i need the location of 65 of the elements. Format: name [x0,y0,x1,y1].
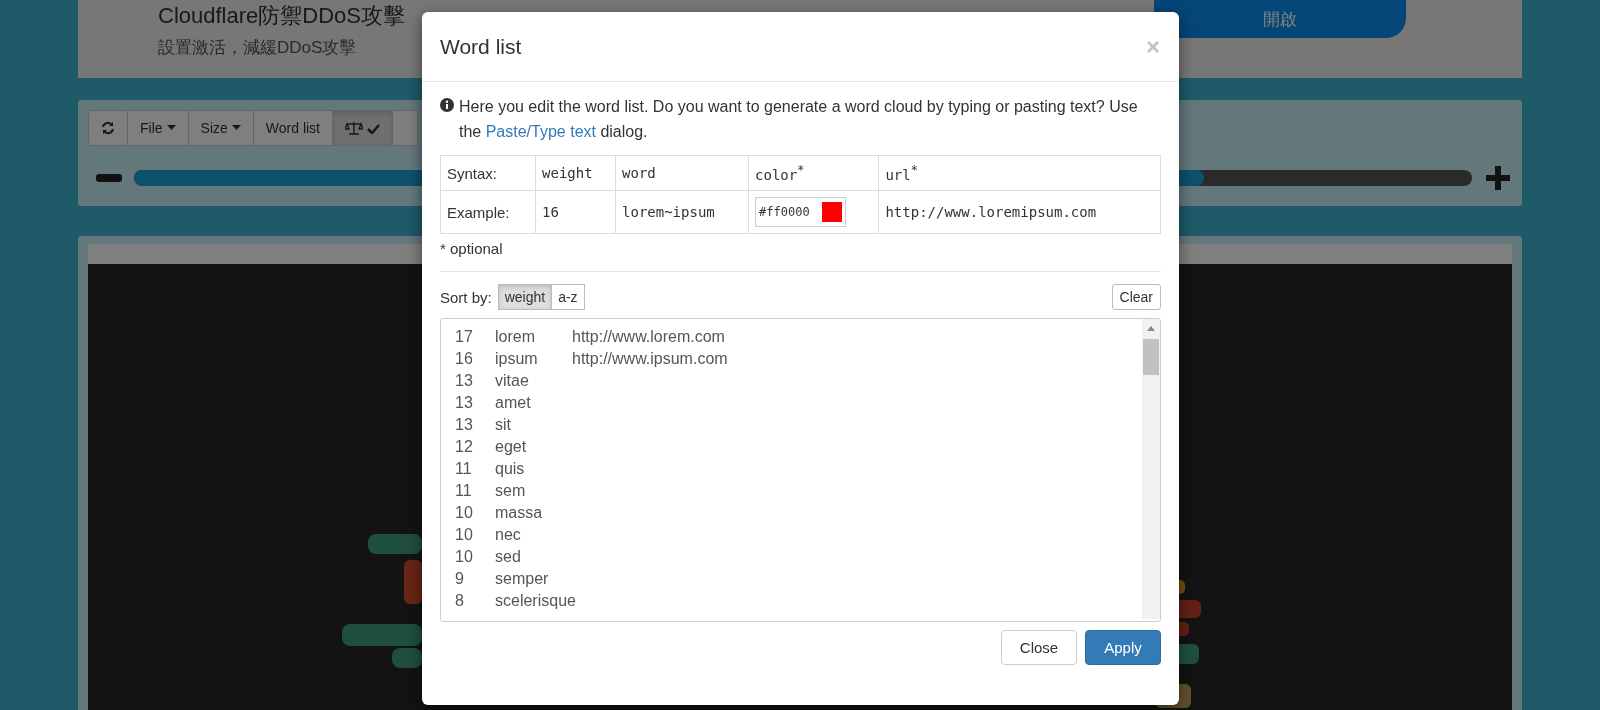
menu-button[interactable]: Size [187,110,254,146]
word-weight: 13 [455,416,474,434]
word-text: eget [495,438,528,456]
sort-label: Sort by: [440,288,492,306]
check-icon [367,122,380,134]
caret-icon [166,125,176,131]
word-weight: 10 [455,504,474,522]
balance-check-button[interactable] [332,110,393,146]
refresh-button[interactable] [88,110,128,146]
table-cell: lorem~ipsum [615,190,749,234]
word-list-field[interactable]: 17 lorem http://www.lorem.com 16 ipsum http://www.ipsum.com 13 vitae 13 amet 13 sit 12 eget 11 quis 11 sem 10 massa 10 nec 10 sed 9 semper 8 scelerisque [440,318,1161,622]
word-weight: 12 [455,438,474,456]
word-text: vitae [495,372,530,390]
color-field[interactable]: #ff0000 [755,197,846,227]
word-text: nec [495,526,522,544]
dialog-title: Word list [440,34,522,59]
table-cell: color$^{*}$ [748,155,879,191]
word-weight: 13 [455,394,474,412]
toolbar-button[interactable] [392,110,418,146]
word-text: quis [495,460,526,478]
word-url: http://www.ipsum.com [572,350,728,368]
plus-icon[interactable] [1484,164,1512,192]
word-text: massa [495,504,544,522]
intro-text: Here you edit the word list. Do you want to generate a word cloud by typing or pasting text? Use the Paste/Type text dialog. [459,97,1139,142]
table-cell: word [615,155,749,191]
word-weight: 10 [455,526,474,544]
word-text: semper [495,570,550,588]
table-cell: weight [535,155,616,191]
caret-icon [231,125,241,131]
word-weight: 16 [455,350,474,368]
sort-option[interactable]: a-z [551,284,585,310]
table-cell: 16 [535,190,616,234]
word-weight: 17 [455,328,474,346]
page-subtitle: 設置激活，減緩DDoS攻擊 [158,37,358,60]
word-text: ipsum [495,350,539,368]
refresh-icon [101,121,115,135]
table-cell: url$^{*}$ [878,155,1161,191]
paste-type-text-link[interactable]: Paste/Type text [485,123,596,140]
table-cell: Syntax: [440,155,536,191]
enable-button[interactable]: 開啟 [1154,0,1406,38]
balance-scale-icon [345,121,363,135]
word-weight: 11 [455,460,473,478]
close-dialog-button[interactable]: Close [1001,630,1077,665]
info-icon [440,98,454,112]
optional-note: * optional [440,240,504,257]
toolbar-button[interactable]: Word list [252,110,333,146]
scrollbar-drawing[interactable] [1142,319,1160,619]
table-cell: http://www.loremipsum.com [878,190,1161,234]
word-text: amet [495,394,532,412]
word-weight: 9 [455,570,465,588]
sort-option[interactable]: weight [497,284,553,310]
word-weight: 10 [455,548,474,566]
word-weight: 11 [455,482,473,500]
word-text: sed [495,548,522,566]
word-text: sit [495,416,512,434]
word-weight: 8 [455,592,465,610]
page-title: Cloudflare防禦DDoS攻擊 [158,2,405,29]
word-text: lorem [495,328,536,346]
apply-button[interactable]: Apply [1085,630,1161,665]
word-text: sem [495,482,527,500]
clear-button[interactable]: Clear [1111,284,1161,310]
word-weight: 13 [455,372,474,390]
word-url: http://www.lorem.com [572,328,725,346]
table-cell: Example: [440,190,536,234]
menu-button[interactable]: File [127,110,189,146]
